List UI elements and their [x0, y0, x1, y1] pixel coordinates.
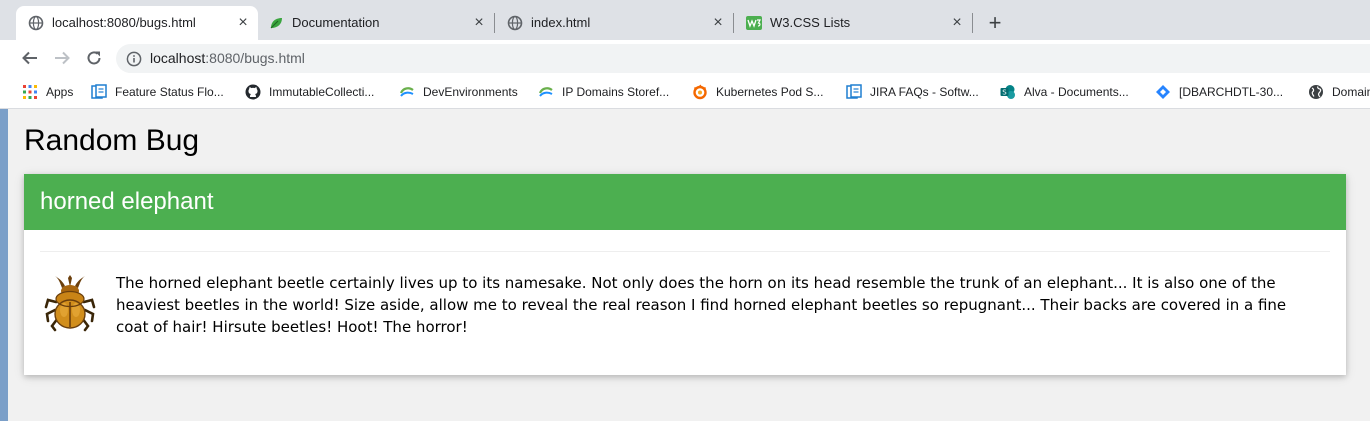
tab-w3css-lists[interactable]: W3.CSS Lists × — [734, 6, 972, 40]
bug-description: The horned elephant beetle certainly liv… — [116, 274, 1287, 336]
tab-strip: localhost:8080/bugs.html × Documentation… — [0, 0, 1370, 40]
new-tab-button[interactable]: + — [984, 10, 1006, 35]
left-edge-strip — [0, 109, 8, 421]
close-tab-icon[interactable]: × — [948, 14, 966, 32]
sharepoint-icon: S — [1000, 85, 1015, 99]
url-text[interactable]: localhost:8080/bugs.html — [150, 50, 305, 67]
bookmark-label: [DBARCHDTL-30... — [1179, 85, 1284, 99]
close-tab-icon[interactable]: × — [234, 14, 252, 32]
bookmark-label: DevEnvironments — [423, 85, 518, 99]
bookmark-label: Domain — [1332, 85, 1370, 99]
bug-name: horned elephant — [40, 188, 214, 215]
tab-title: localhost:8080/bugs.html — [52, 15, 196, 30]
grafana-icon — [693, 84, 707, 100]
bookmark-label: IP Domains Storef... — [562, 85, 670, 99]
info-icon[interactable] — [126, 51, 142, 67]
bookmark-label: Alva - Documents... — [1024, 85, 1129, 99]
apps-grid-icon — [23, 85, 37, 99]
arrow-right-icon — [55, 51, 70, 65]
page-content: Random Bug horned elephant The horned el… — [0, 109, 1370, 421]
bookmark-label: JIRA FAQs - Softw... — [870, 85, 979, 99]
divider — [40, 251, 1330, 252]
leaf-icon — [270, 18, 282, 29]
tab-bugs[interactable]: localhost:8080/bugs.html × — [16, 6, 258, 40]
tab-index[interactable]: index.html × — [495, 6, 733, 40]
url-host: localhost — [150, 50, 206, 66]
address-bar[interactable]: localhost:8080/bugs.html — [116, 44, 1370, 73]
bookmark-label: Feature Status Flo... — [115, 85, 224, 99]
tab-documentation[interactable]: Documentation × — [256, 6, 494, 40]
tab-title: index.html — [531, 15, 591, 30]
reload-icon — [87, 51, 101, 65]
tab-title: Documentation — [292, 15, 380, 30]
svg-text:S: S — [1002, 89, 1007, 97]
swirl-icon — [399, 87, 414, 97]
globe-icon — [1309, 85, 1323, 99]
swirl-icon — [538, 87, 553, 97]
back-button[interactable] — [19, 47, 41, 69]
card-header: horned elephant — [24, 174, 1346, 230]
close-tab-icon[interactable]: × — [470, 14, 488, 32]
globe-icon — [28, 15, 44, 31]
browser-toolbar: localhost:8080/bugs.html — [0, 40, 1370, 76]
bug-card: horned elephant The horned elephant beet… — [24, 174, 1346, 375]
doc-icon — [91, 84, 107, 99]
tab-separator — [972, 13, 973, 33]
close-tab-icon[interactable]: × — [709, 14, 727, 32]
url-path: :8080/bugs.html — [205, 50, 305, 66]
page-title: Random Bug — [24, 124, 200, 157]
doc-icon — [846, 84, 862, 99]
bookmark-label: Apps — [46, 85, 74, 99]
reload-button[interactable] — [83, 47, 105, 69]
arrow-left-icon — [22, 51, 37, 65]
beetle-icon — [44, 275, 96, 332]
tab-title: W3.CSS Lists — [770, 15, 851, 30]
github-icon — [245, 84, 261, 100]
jira-icon — [1156, 85, 1170, 99]
w3-icon — [746, 16, 762, 30]
bookmark-label: Kubernetes Pod S... — [716, 85, 824, 99]
globe-icon — [507, 15, 523, 31]
forward-button[interactable] — [51, 47, 73, 69]
bookmarks-bar: Apps Feature Status Flo... ImmutableColl… — [0, 76, 1370, 109]
bookmark-label: ImmutableCollecti... — [269, 85, 375, 99]
